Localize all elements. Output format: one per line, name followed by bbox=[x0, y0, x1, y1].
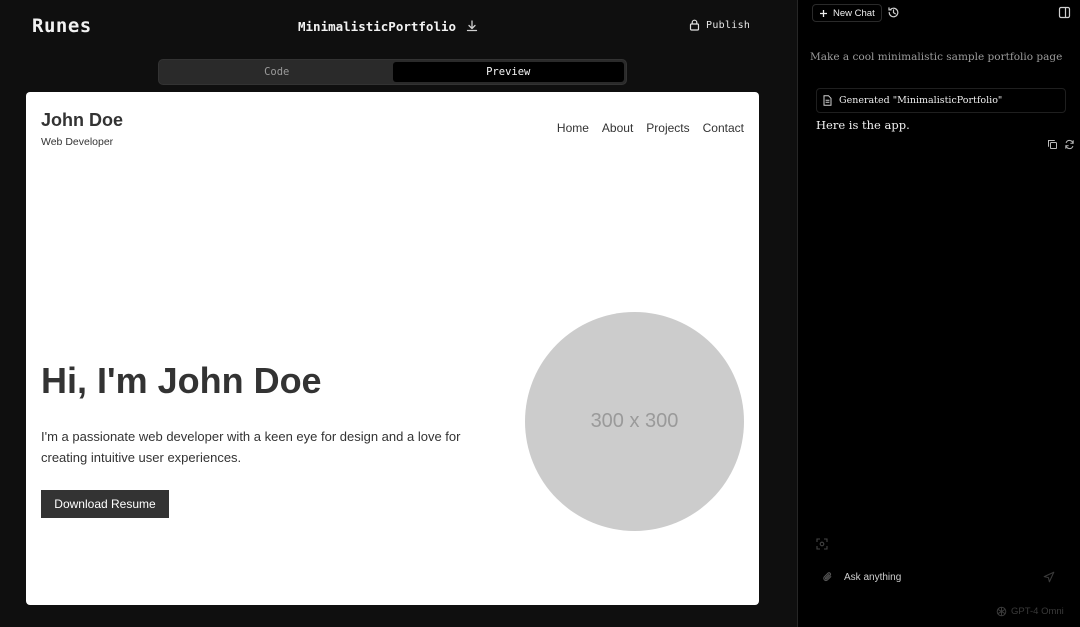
chat-panel: New Chat Make a cool minimalistic sample… bbox=[798, 0, 1080, 627]
new-chat-button[interactable]: New Chat bbox=[812, 4, 882, 22]
new-chat-label: New Chat bbox=[833, 7, 875, 19]
nav-projects-link[interactable]: Projects bbox=[646, 121, 689, 135]
publish-label: Publish bbox=[706, 19, 751, 31]
placeholder-label: 300 x 300 bbox=[590, 410, 679, 432]
portfolio-nav: Home About Projects Contact bbox=[557, 121, 744, 135]
plus-icon bbox=[820, 9, 827, 17]
nav-about-link[interactable]: About bbox=[602, 121, 633, 135]
regenerate-icon[interactable] bbox=[1064, 139, 1075, 150]
toggle-panel-icon[interactable] bbox=[1058, 6, 1071, 19]
editor-area: Runes MinimalisticPortfolio Publish Code… bbox=[0, 0, 797, 627]
document-icon bbox=[823, 95, 832, 106]
preview-tab[interactable]: Preview bbox=[392, 62, 624, 82]
user-message: Make a cool minimalistic sample portfoli… bbox=[810, 51, 1063, 63]
chat-input[interactable] bbox=[844, 566, 1034, 588]
nav-contact-link[interactable]: Contact bbox=[703, 121, 744, 135]
assistant-reply: Here is the app. bbox=[816, 118, 910, 132]
copy-icon[interactable] bbox=[1047, 139, 1058, 150]
brand-logo: Runes bbox=[32, 15, 92, 37]
openai-logo-icon bbox=[996, 606, 1007, 617]
send-icon[interactable] bbox=[1043, 571, 1055, 583]
profile-image-placeholder: 300 x 300 bbox=[525, 312, 744, 531]
lock-icon bbox=[689, 19, 700, 31]
generated-artifact-card[interactable]: Generated "MinimalisticPortfolio" bbox=[816, 88, 1066, 113]
nav-home-link[interactable]: Home bbox=[557, 121, 589, 135]
hero-text: I'm a passionate web developer with a ke… bbox=[41, 429, 461, 465]
model-label: GPT-4 Omni bbox=[1011, 606, 1064, 617]
model-selector[interactable]: GPT-4 Omni bbox=[996, 606, 1064, 617]
view-toggle: Code Preview bbox=[158, 59, 627, 85]
portfolio-name: John Doe bbox=[41, 110, 124, 130]
project-title: MinimalisticPortfolio bbox=[298, 19, 457, 34]
download-icon[interactable] bbox=[465, 19, 479, 33]
preview-frame: John Doe Web Developer Home About Projec… bbox=[26, 92, 759, 605]
hero-title: Hi, I'm John Doe bbox=[41, 360, 322, 401]
publish-button[interactable]: Publish bbox=[689, 19, 750, 31]
artifact-label: Generated "MinimalisticPortfolio" bbox=[839, 95, 1003, 106]
history-icon[interactable] bbox=[887, 6, 900, 19]
download-resume-button[interactable]: Download Resume bbox=[41, 490, 169, 518]
paperclip-icon[interactable] bbox=[822, 571, 834, 583]
screenshot-icon[interactable] bbox=[816, 538, 828, 550]
portfolio-role: Web Developer bbox=[41, 136, 114, 148]
code-tab[interactable]: Code bbox=[161, 62, 393, 82]
